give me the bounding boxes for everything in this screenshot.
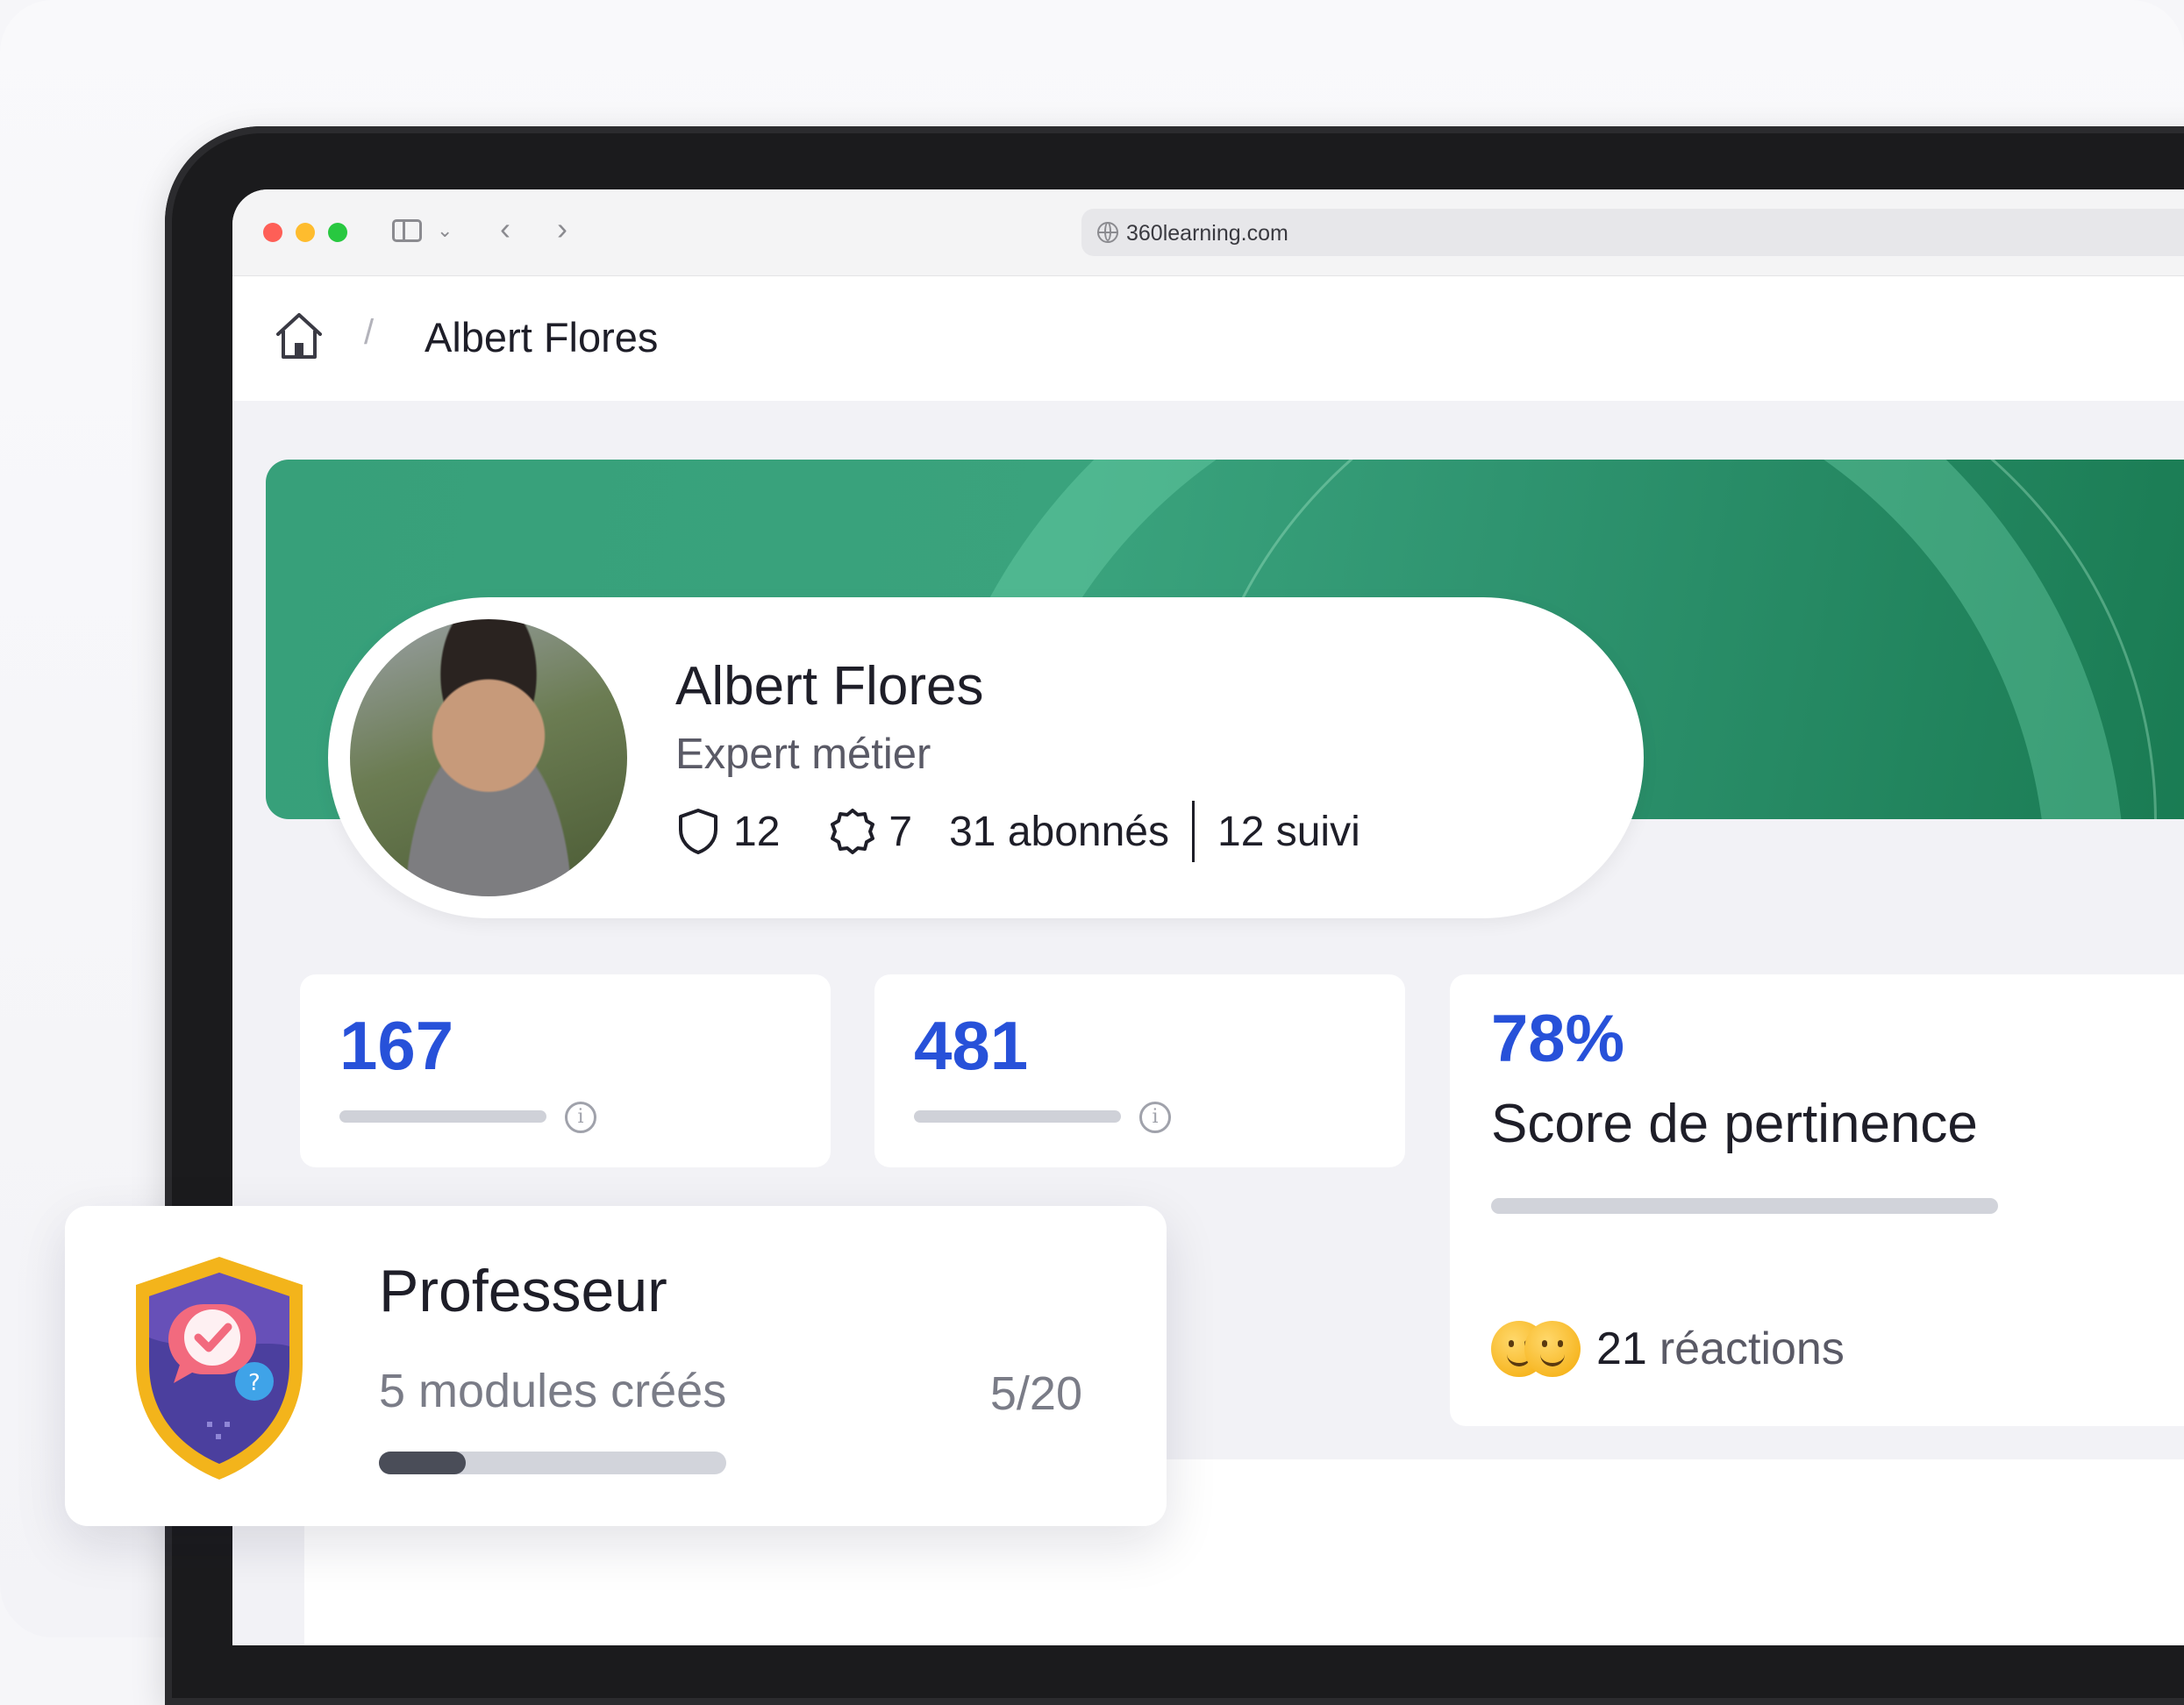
teacher-badge-icon: ? <box>136 1257 303 1480</box>
relevance-score-card: 78% Score de pertinence 21 réactions <box>1450 974 2184 1426</box>
info-icon[interactable]: i <box>1139 1102 1171 1133</box>
shield-icon <box>679 809 717 854</box>
badge-progress-bar <box>379 1452 726 1474</box>
relevance-score-bar <box>1491 1198 1998 1214</box>
globe-icon <box>1097 222 1118 243</box>
profile-role: Expert métier <box>675 731 931 778</box>
minimize-window-button[interactable] <box>296 223 315 242</box>
back-icon[interactable]: ‹ <box>500 213 510 245</box>
reactions-count: 21 <box>1596 1323 1647 1374</box>
info-icon[interactable]: i <box>565 1102 596 1133</box>
reactions[interactable]: 21 réactions <box>1491 1321 1845 1377</box>
profile-stats: 12 7 31 abonnés 12 suivi <box>675 801 1360 862</box>
reactions-label: réactions <box>1659 1323 1845 1374</box>
stats-divider <box>1192 801 1195 862</box>
sidebar-toggle-icon[interactable] <box>392 219 422 242</box>
svg-text:?: ? <box>248 1370 261 1396</box>
page-header: / Albert Flores <box>232 276 2184 401</box>
relevance-score-label: Score de pertinence <box>1491 1094 1978 1154</box>
stat-card-1: 167 i <box>300 974 831 1167</box>
badge-progress-count: 5/20 <box>989 1367 1082 1420</box>
badge-subtitle: 5 modules créés <box>379 1365 727 1417</box>
badge-progress-fill <box>379 1452 466 1474</box>
chevron-down-icon[interactable]: ⌄ <box>437 218 453 244</box>
emoji-icon <box>1524 1321 1581 1377</box>
stat-card-1-value: 167 <box>339 1007 454 1084</box>
following-count[interactable]: 12 suivi <box>1217 808 1360 856</box>
profile-name: Albert Flores <box>675 656 984 717</box>
avatar[interactable] <box>350 619 627 896</box>
profile-card: Albert Flores Expert métier 12 7 31 abon… <box>328 597 1644 918</box>
stat-card-2-value: 481 <box>914 1007 1029 1084</box>
forward-icon[interactable]: › <box>557 213 567 245</box>
address-bar[interactable]: 360learning.com <box>1081 209 2184 256</box>
close-window-button[interactable] <box>263 223 282 242</box>
url-text: 360learning.com <box>1126 221 1288 246</box>
certifications-count: 7 <box>889 808 913 855</box>
browser-toolbar: ⌄ ‹ › 360learning.com <box>232 189 2184 276</box>
relevance-score-value: 78% <box>1491 1002 1625 1076</box>
home-icon[interactable] <box>273 310 325 362</box>
badges-stat[interactable]: 12 <box>675 807 780 856</box>
breadcrumb-separator: / <box>364 313 375 352</box>
maximize-window-button[interactable] <box>328 223 347 242</box>
stat-card-1-bar <box>339 1110 546 1123</box>
certificate-icon <box>831 809 875 854</box>
badge-card[interactable]: ? Professeur 5 modules créés 5/20 <box>65 1206 1167 1526</box>
stat-card-2: 481 i <box>874 974 1405 1167</box>
breadcrumb-current: Albert Flores <box>425 314 659 360</box>
badges-count: 12 <box>733 808 781 855</box>
followers-count[interactable]: 31 abonnés <box>949 808 1169 856</box>
certifications-stat[interactable]: 7 <box>827 806 912 857</box>
badge-title: Professeur <box>379 1258 667 1324</box>
stat-card-2-bar <box>914 1110 1121 1123</box>
